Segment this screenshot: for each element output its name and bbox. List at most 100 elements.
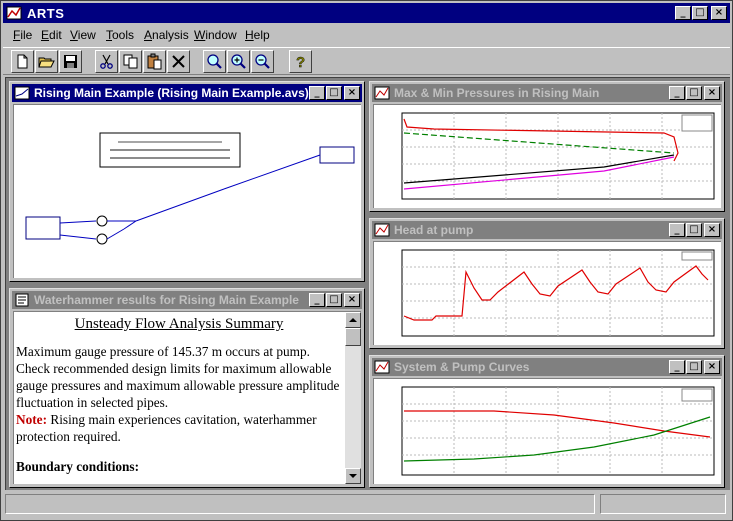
head-minimize-button[interactable]: _ <box>669 223 685 237</box>
menu-view[interactable]: View <box>70 28 96 42</box>
scroll-down-button[interactable] <box>345 468 361 484</box>
scroll-up-button[interactable] <box>345 312 361 328</box>
curves-plot-area <box>373 378 721 484</box>
chart-window-icon <box>374 223 390 237</box>
copy-button[interactable] <box>119 50 142 73</box>
toolbar: ? <box>3 47 730 75</box>
menu-window-label: indow <box>205 28 237 42</box>
results-summary: Maximum gauge pressure of 145.37 m occur… <box>16 344 340 410</box>
open-folder-icon <box>38 57 55 68</box>
statusbar <box>5 494 730 516</box>
legend <box>681 388 713 402</box>
curves-minimize-button[interactable]: _ <box>669 360 685 374</box>
results-scrollbar[interactable] <box>345 312 361 484</box>
menu-help[interactable]: Help <box>245 28 270 42</box>
results-close-button[interactable]: × <box>344 293 360 307</box>
menu-help-label: elp <box>253 28 270 42</box>
menubar: File Edit View Tools Analysis Window Hel… <box>3 25 730 45</box>
zoom-out-button[interactable] <box>251 50 274 73</box>
pressures-plot-area <box>373 104 721 208</box>
svg-text:?: ? <box>296 54 305 70</box>
app-window: ARTS _ □ × File Edit View Tools Analysis… <box>0 0 733 521</box>
pump-icon[interactable] <box>96 233 108 245</box>
menu-edit[interactable]: Edit <box>41 28 62 42</box>
curves-close-button[interactable]: × <box>704 360 720 374</box>
head-chart <box>401 249 715 337</box>
rising-main-pipe[interactable] <box>135 188 225 222</box>
save-button[interactable] <box>59 50 82 73</box>
app-titlebar[interactable]: ARTS _ □ × <box>3 3 730 23</box>
delete-button[interactable] <box>167 50 190 73</box>
schematic-close-button[interactable]: × <box>344 86 360 100</box>
results-heading: Unsteady Flow Analysis Summary <box>74 316 284 332</box>
scroll-up-icon <box>349 318 357 322</box>
head-maximize-button[interactable]: □ <box>686 223 702 237</box>
pipe-segment[interactable] <box>59 234 97 240</box>
arts-app-icon <box>6 6 22 20</box>
head-plot-area <box>373 241 721 345</box>
save-icon <box>64 55 77 68</box>
cut-button[interactable] <box>95 50 118 73</box>
curves-maximize-button[interactable]: □ <box>686 360 702 374</box>
pressures-maximize-button[interactable]: □ <box>686 86 702 100</box>
pump-icon[interactable] <box>96 215 108 227</box>
curves-chart <box>401 386 715 476</box>
close-button[interactable]: × <box>711 6 727 20</box>
results-minimize-button[interactable]: _ <box>309 293 325 307</box>
results-maximize-button[interactable]: □ <box>326 293 342 307</box>
schematic-window[interactable]: Rising Main Example (Rising Main Example… <box>9 81 365 282</box>
pressures-titlebar[interactable]: Max & Min Pressures in Rising Main _ □ × <box>372 84 722 102</box>
note-label: Note: <box>16 412 48 427</box>
open-button[interactable] <box>35 50 58 73</box>
schematic-canvas[interactable] <box>13 104 361 278</box>
paste-icon <box>147 53 162 70</box>
schematic-minimize-button[interactable]: _ <box>309 86 325 100</box>
menu-view-accel: V <box>70 28 78 42</box>
cut-icon <box>100 54 113 69</box>
pipe-segment[interactable] <box>123 220 137 230</box>
head-window[interactable]: Head at pump _ □ × <box>369 218 725 349</box>
wet-well-node[interactable] <box>25 216 61 240</box>
copy-icon <box>123 54 138 69</box>
head-close-button[interactable]: × <box>704 223 720 237</box>
minimize-button[interactable]: _ <box>675 6 691 20</box>
results-titlebar[interactable]: Waterhammer results for Rising Main Exam… <box>12 291 362 309</box>
new-button[interactable] <box>11 50 34 73</box>
menu-file[interactable]: File <box>13 28 32 42</box>
curves-titlebar[interactable]: System & Pump Curves _ □ × <box>372 358 722 376</box>
pressures-window[interactable]: Max & Min Pressures in Rising Main _ □ × <box>369 81 725 212</box>
menu-window[interactable]: Window <box>194 28 237 42</box>
menu-analysis[interactable]: Analysis <box>144 28 189 42</box>
menu-tools-label: ools <box>112 28 135 42</box>
pipe-segment[interactable] <box>59 220 97 224</box>
paste-button[interactable] <box>143 50 166 73</box>
zoom-icon <box>207 54 222 69</box>
head-titlebar[interactable]: Head at pump _ □ × <box>372 221 722 239</box>
legend <box>681 251 713 261</box>
pipe-segment[interactable] <box>106 228 125 240</box>
boundary-heading: Boundary conditions: <box>16 459 140 474</box>
reservoir-node[interactable] <box>319 146 355 164</box>
zoom-out-icon <box>255 54 270 69</box>
pressures-window-title: Max & Min Pressures in Rising Main <box>394 86 600 100</box>
zoom-in-button[interactable] <box>227 50 250 73</box>
menu-file-label: ile <box>20 28 33 42</box>
results-window[interactable]: Waterhammer results for Rising Main Exam… <box>9 288 365 488</box>
zoom-button[interactable] <box>203 50 226 73</box>
results-window-icon <box>15 293 29 307</box>
chart-window-icon <box>374 360 390 374</box>
results-paragraph: Maximum gauge pressure of 145.37 m occur… <box>16 343 342 445</box>
schematic-titlebar[interactable]: Rising Main Example (Rising Main Example… <box>12 84 362 102</box>
help-button[interactable]: ? <box>289 50 312 73</box>
maximize-button[interactable]: □ <box>692 6 708 20</box>
curves-window[interactable]: System & Pump Curves _ □ × <box>369 355 725 488</box>
schematic-maximize-button[interactable]: □ <box>326 86 342 100</box>
menu-analysis-label: nalysis <box>152 28 189 42</box>
pressures-minimize-button[interactable]: _ <box>669 86 685 100</box>
zoom-in-icon <box>231 54 246 69</box>
pressures-close-button[interactable]: × <box>704 86 720 100</box>
scroll-thumb[interactable] <box>345 328 361 346</box>
new-file-icon <box>17 54 28 69</box>
menu-tools[interactable]: Tools <box>106 28 134 42</box>
delete-icon <box>172 55 185 68</box>
